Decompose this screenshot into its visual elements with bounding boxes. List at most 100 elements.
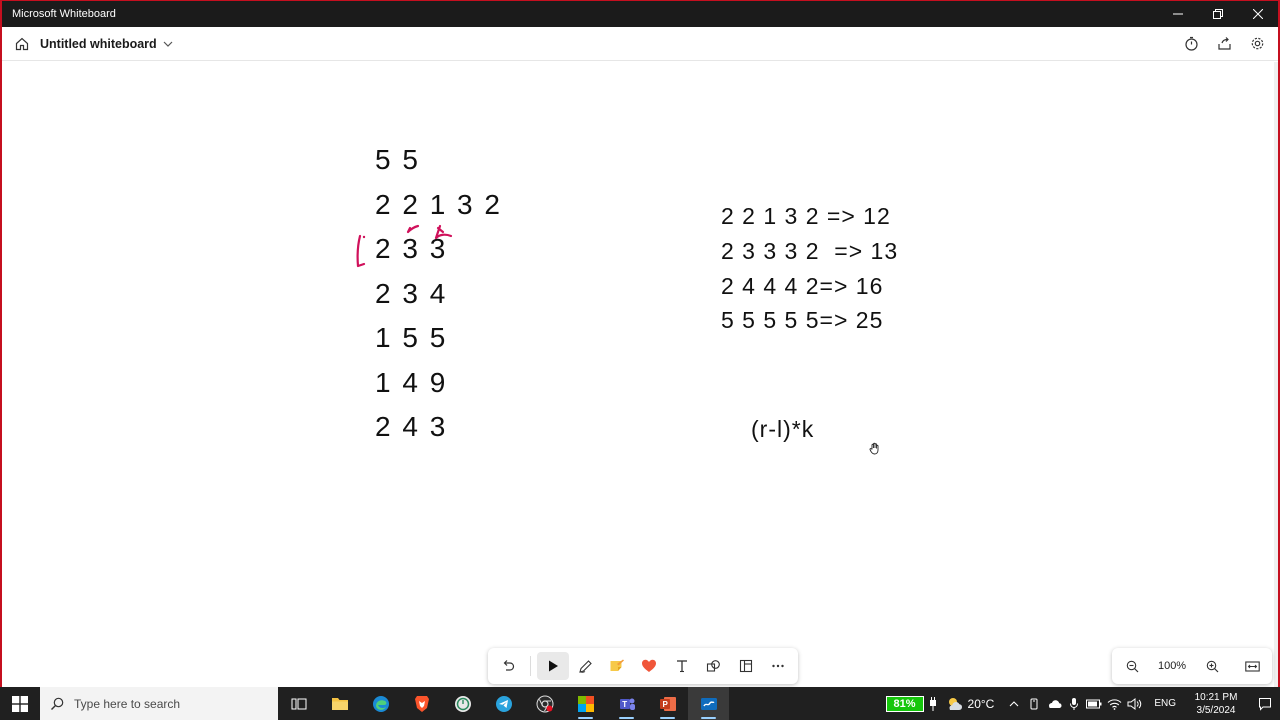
search-placeholder: Type here to search: [74, 696, 181, 711]
formula-text[interactable]: (r-l)*k: [751, 416, 814, 443]
cloud-icon: [1049, 699, 1062, 708]
drawing-toolbar: [488, 648, 798, 684]
select-tool-button[interactable]: [537, 652, 570, 680]
heart-icon: [642, 659, 657, 672]
board-menu-button[interactable]: [163, 39, 173, 49]
ink-text-line[interactable]: 1 5 5: [375, 322, 447, 354]
weather-partly-cloudy-icon: [948, 697, 962, 710]
canvas-scrollbar[interactable]: [1274, 62, 1278, 687]
taskbar-file-explorer[interactable]: [319, 687, 360, 720]
minimize-button[interactable]: [1158, 1, 1198, 27]
ink-text-line[interactable]: 2 4 3: [375, 411, 447, 443]
windows-logo-icon: [12, 695, 28, 712]
clock-date: 3/5/2024: [1196, 704, 1236, 716]
weather-button[interactable]: [944, 687, 964, 720]
taskbar-powerpoint[interactable]: P: [647, 687, 688, 720]
minimize-icon: [1173, 13, 1183, 15]
red-ink-annotation[interactable]: [348, 220, 458, 270]
fit-width-icon: [1244, 660, 1260, 672]
restore-button[interactable]: [1198, 1, 1238, 27]
notification-icon: [1259, 697, 1271, 711]
templates-button[interactable]: [730, 652, 762, 680]
taskbar-colorful-app[interactable]: [565, 687, 606, 720]
undo-button[interactable]: [492, 652, 524, 680]
ink-text-line[interactable]: 2 2 1 3 2 => 12: [721, 203, 891, 230]
fit-to-screen-button[interactable]: [1238, 652, 1266, 680]
taskbar-clock[interactable]: 10:21 PM 3/5/2024: [1186, 691, 1246, 717]
microphone-icon: [1070, 697, 1079, 710]
ink-text-line[interactable]: 2 2 1 3 2: [375, 189, 502, 221]
shapes-button[interactable]: [698, 652, 730, 680]
taskbar-teams[interactable]: T: [606, 687, 647, 720]
zoom-controls: 100%: [1112, 648, 1272, 684]
wifi-icon: [1107, 698, 1122, 710]
taskbar-telegram[interactable]: [483, 687, 524, 720]
svg-text:P: P: [662, 700, 668, 709]
timer-button[interactable]: [1175, 29, 1208, 59]
tray-device-icon[interactable]: [1024, 687, 1044, 720]
volume-button[interactable]: [1124, 687, 1144, 720]
battery-level: 81%: [885, 695, 924, 712]
undo-icon: [503, 660, 515, 671]
task-view-icon: [291, 698, 306, 709]
whiteboard-app-icon: [700, 697, 717, 710]
share-button[interactable]: [1208, 29, 1241, 59]
pen-tool-button[interactable]: [569, 652, 601, 680]
start-button[interactable]: [0, 687, 40, 720]
clock-time: 10:21 PM: [1194, 691, 1238, 703]
more-options-button[interactable]: [762, 652, 794, 680]
zoom-out-button[interactable]: [1118, 652, 1146, 680]
svg-text:T: T: [622, 700, 627, 709]
zoom-in-icon: [1206, 660, 1218, 672]
more-icon: [772, 664, 784, 668]
board-title[interactable]: Untitled whiteboard: [40, 37, 157, 51]
telegram-icon: [495, 695, 512, 712]
templates-icon: [739, 659, 752, 673]
taskbar-edge[interactable]: [360, 687, 401, 720]
text-tool-button[interactable]: [666, 652, 698, 680]
microphone-button[interactable]: [1064, 687, 1084, 720]
zoom-level[interactable]: 100%: [1158, 660, 1186, 672]
app-bar: Untitled whiteboard: [2, 27, 1278, 61]
toolbar-divider: [530, 656, 532, 676]
gear-icon: [1251, 37, 1264, 50]
clock-app-icon: [454, 695, 471, 712]
speaker-icon: [1127, 697, 1142, 710]
chevron-up-icon: [1009, 700, 1019, 706]
taskbar-whiteboard[interactable]: [688, 687, 729, 720]
home-icon: [15, 37, 29, 50]
home-button[interactable]: [8, 37, 36, 51]
ink-text-line[interactable]: 2 3 4: [375, 278, 447, 310]
taskbar-brave[interactable]: [401, 687, 442, 720]
search-icon: [51, 697, 64, 710]
teams-icon: T: [619, 698, 635, 710]
text-icon: [676, 660, 687, 673]
sticky-note-button[interactable]: [601, 652, 633, 680]
task-view-button[interactable]: [278, 687, 319, 720]
input-language[interactable]: ENG: [1154, 698, 1176, 709]
notification-center-button[interactable]: [1250, 687, 1280, 720]
onedrive-button[interactable]: [1044, 687, 1064, 720]
wifi-button[interactable]: [1104, 687, 1124, 720]
close-button[interactable]: [1238, 1, 1278, 27]
battery-indicator[interactable]: 81%: [885, 695, 938, 712]
ink-text-line[interactable]: 1 4 9: [375, 367, 447, 399]
taskbar-clock-app[interactable]: [442, 687, 483, 720]
usb-device-icon: [1030, 698, 1038, 709]
ink-text-line[interactable]: 5 5 5 5 5=> 25: [721, 307, 883, 334]
taskbar-chrome[interactable]: [524, 687, 565, 720]
reactions-button[interactable]: [633, 652, 665, 680]
battery-tray-button[interactable]: [1084, 687, 1104, 720]
settings-button[interactable]: [1241, 29, 1274, 59]
temperature-text[interactable]: 20°C: [968, 697, 995, 711]
ink-text-line[interactable]: 2 3 3 3 2 => 13: [721, 238, 898, 265]
timer-icon: [1185, 36, 1198, 51]
ink-text-line[interactable]: 5 5: [375, 144, 420, 176]
zoom-in-button[interactable]: [1198, 652, 1226, 680]
show-hidden-icons-button[interactable]: [1004, 687, 1024, 720]
whiteboard-window: Microsoft Whiteboard Untitled whiteboard: [2, 1, 1278, 687]
chrome-browser-icon: [536, 695, 553, 712]
whiteboard-canvas[interactable]: 5 5 2 2 1 3 2 2 3 3 2 3 4 1 5 5 1 4 9 2 …: [2, 62, 1278, 687]
taskbar-search-box[interactable]: Type here to search: [40, 687, 278, 720]
ink-text-line[interactable]: 2 4 4 4 2=> 16: [721, 273, 883, 300]
